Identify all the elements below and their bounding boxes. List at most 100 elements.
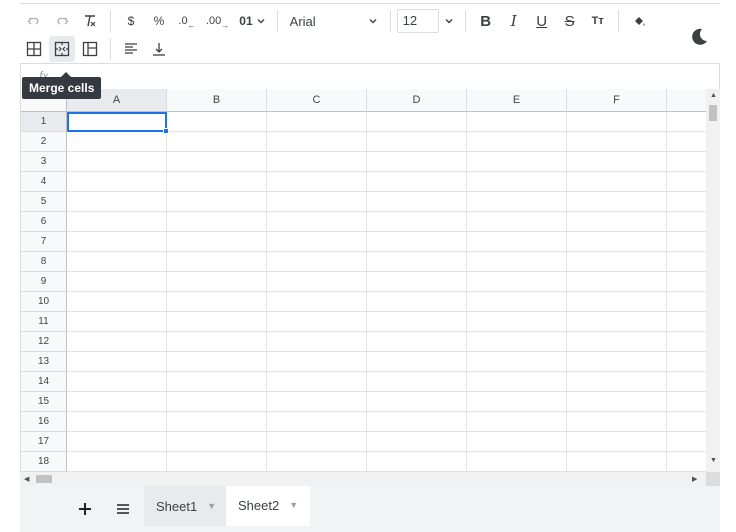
- merge-cells-icon: [54, 41, 70, 57]
- caret-down-icon[interactable]: ▼: [289, 500, 298, 510]
- merge-cells-button[interactable]: [49, 36, 75, 62]
- column-header-d[interactable]: D: [367, 89, 467, 112]
- plus-icon: [79, 503, 91, 515]
- sheet-tab-sheet2[interactable]: Sheet2 ▼: [226, 486, 310, 526]
- grid-row-line: [67, 351, 706, 352]
- scrollbar-corner: [706, 472, 720, 486]
- scroll-left-icon[interactable]: ◀: [24, 475, 29, 483]
- row-header-6[interactable]: 6: [21, 212, 67, 232]
- grid-column-line: [666, 112, 667, 472]
- number-format-dropdown[interactable]: 01: [235, 8, 269, 34]
- scroll-right-icon[interactable]: ▶: [692, 475, 697, 483]
- merge-cells-tooltip: Merge cells: [22, 72, 102, 99]
- row-header-5[interactable]: 5: [21, 192, 67, 212]
- row-header-4[interactable]: 4: [21, 172, 67, 192]
- column-header-f[interactable]: F: [567, 89, 667, 112]
- bold-button[interactable]: B: [473, 8, 499, 34]
- column-header-partial[interactable]: [667, 89, 706, 112]
- all-sheets-button[interactable]: [110, 496, 136, 522]
- row-header-1[interactable]: 1: [21, 112, 67, 132]
- font-size-dropdown-button[interactable]: [440, 8, 458, 34]
- scroll-up-icon[interactable]: ▲: [710, 92, 717, 99]
- grid-row-line: [67, 311, 706, 312]
- sheet-bar: Sheet1 ▼ Sheet2 ▼: [20, 486, 720, 532]
- row-header-15[interactable]: 15: [21, 392, 67, 412]
- row-header-3[interactable]: 3: [21, 152, 67, 172]
- caret-down-icon[interactable]: ▼: [207, 501, 216, 511]
- align-left-icon: [125, 43, 137, 54]
- grid-row-line: [67, 211, 706, 212]
- increase-decimal-button[interactable]: .00 →: [202, 8, 233, 34]
- freeze-button[interactable]: [77, 36, 103, 62]
- row-header-7[interactable]: 7: [21, 232, 67, 252]
- grid-column-line: [566, 112, 567, 472]
- dark-mode-toggle[interactable]: [688, 26, 710, 48]
- formula-bar[interactable]: fx: [20, 63, 720, 89]
- strikethrough-button[interactable]: S: [557, 8, 583, 34]
- row-header-13[interactable]: 13: [21, 352, 67, 372]
- vertical-scrollbar[interactable]: ▲ ▼: [706, 89, 720, 472]
- column-header-e[interactable]: E: [467, 89, 567, 112]
- borders-button[interactable]: [21, 36, 47, 62]
- grid-column-line: [366, 112, 367, 472]
- grid-row-line: [67, 431, 706, 432]
- toolbar-separator: [110, 10, 111, 32]
- toolbar: $ % .0 ← .00 → 01 Arial 12 B I U S Tт: [20, 3, 720, 63]
- add-sheet-button[interactable]: [72, 496, 98, 522]
- chevron-down-icon: [369, 19, 377, 24]
- row-header-16[interactable]: 16: [21, 412, 67, 432]
- clear-format-button[interactable]: [77, 8, 103, 34]
- spreadsheet-grid[interactable]: A B C D E F 1 2 3 4 5 6 7 8 9 10 11 12 13 14 15 16 17 18: [20, 89, 706, 472]
- grid-row-line: [67, 391, 706, 392]
- fill-handle[interactable]: [163, 128, 169, 134]
- row-header-11[interactable]: 11: [21, 312, 67, 332]
- sheet-tab-label: Sheet1: [156, 498, 198, 514]
- fill-color-button[interactable]: [626, 8, 652, 34]
- horizontal-scroll-thumb[interactable]: [36, 475, 52, 483]
- borders-icon: [26, 41, 42, 57]
- italic-button[interactable]: I: [501, 8, 527, 34]
- undo-button[interactable]: [21, 8, 47, 34]
- column-header-c[interactable]: C: [267, 89, 367, 112]
- menu-icon: [117, 504, 129, 514]
- grid-row-line: [67, 171, 706, 172]
- row-header-10[interactable]: 10: [21, 292, 67, 312]
- redo-icon: [57, 17, 69, 25]
- grid-row-line: [67, 411, 706, 412]
- grid-row-line: [67, 331, 706, 332]
- grid-row-line: [67, 291, 706, 292]
- toolbar-separator: [389, 10, 391, 32]
- grid-column-line: [466, 112, 467, 472]
- row-header-14[interactable]: 14: [21, 372, 67, 392]
- chevron-down-icon: [257, 19, 265, 24]
- row-header-12[interactable]: 12: [21, 332, 67, 352]
- row-header-17[interactable]: 17: [21, 432, 67, 452]
- toolbar-separator: [110, 38, 111, 60]
- horizontal-align-button[interactable]: [118, 36, 144, 62]
- percent-format-button[interactable]: %: [146, 8, 172, 34]
- row-header-18[interactable]: 18: [21, 452, 67, 472]
- vertical-align-button[interactable]: [146, 36, 172, 62]
- grid-column-line: [166, 112, 167, 472]
- font-family-dropdown[interactable]: Arial: [284, 8, 384, 34]
- row-header-8[interactable]: 8: [21, 252, 67, 272]
- horizontal-scrollbar[interactable]: ◀ ▶: [20, 472, 706, 486]
- redo-button[interactable]: [49, 8, 75, 34]
- font-size-input[interactable]: 12: [396, 9, 439, 33]
- scroll-down-icon[interactable]: ▼: [710, 457, 717, 464]
- currency-format-button[interactable]: $: [118, 8, 144, 34]
- column-header-b[interactable]: B: [167, 89, 267, 112]
- row-header-2[interactable]: 2: [21, 132, 67, 152]
- number-format-label: 01: [239, 14, 253, 28]
- paint-bucket-icon: [634, 17, 645, 26]
- text-size-button[interactable]: Tт: [585, 8, 611, 34]
- sheet-tab-sheet1[interactable]: Sheet1 ▼: [144, 486, 226, 526]
- underline-button[interactable]: U: [529, 8, 555, 34]
- moon-icon: [692, 28, 707, 45]
- sheet-tab-label: Sheet2: [238, 497, 280, 513]
- decrease-decimal-label: .0: [178, 15, 188, 27]
- vertical-scroll-thumb[interactable]: [709, 105, 717, 121]
- active-cell-a1[interactable]: [67, 112, 167, 132]
- decrease-decimal-button[interactable]: .0 ←: [174, 8, 200, 34]
- row-header-9[interactable]: 9: [21, 272, 67, 292]
